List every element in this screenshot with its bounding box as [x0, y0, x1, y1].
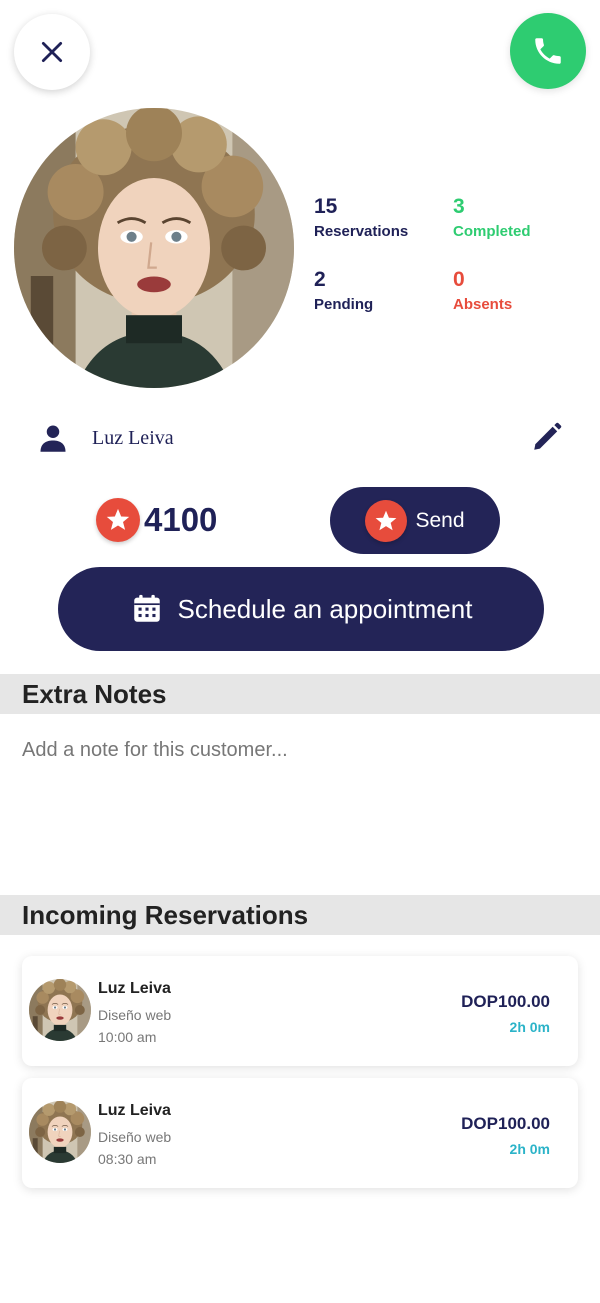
reservation-service: Diseño web — [98, 1007, 172, 1023]
stat-absents-label: Absents — [453, 296, 513, 313]
calendar-icon — [133, 594, 160, 622]
customer-avatar — [14, 108, 294, 388]
customer-name-row: Luz Leiva — [38, 418, 568, 458]
send-label: Send — [415, 508, 465, 532]
reservation-card[interactable]: Luz Leiva Diseño web 10:00 am DOP100.00 … — [22, 956, 578, 1066]
star-icon — [96, 498, 140, 542]
close-icon — [41, 41, 63, 63]
stat-pending: 2 Pending — [314, 268, 373, 313]
stat-pending-label: Pending — [314, 296, 374, 313]
reservation-card[interactable]: Luz Leiva Diseño web 08:30 am DOP100.00 … — [22, 1078, 578, 1188]
incoming-reservations-title: Incoming Reservations — [22, 899, 309, 930]
reservation-duration: 2h 0m — [509, 1141, 550, 1157]
reservation-customer-name: Luz Leiva — [98, 1102, 171, 1119]
stat-absents: 0 Absents — [453, 268, 512, 313]
send-points-button[interactable]: Send — [330, 487, 500, 554]
edit-icon[interactable] — [530, 420, 564, 454]
stat-reservations-label: Reservations — [314, 223, 409, 240]
reservation-customer-name: Luz Leiva — [98, 980, 171, 997]
reservation-duration: 2h 0m — [509, 1019, 550, 1035]
star-icon — [365, 499, 408, 542]
reservation-service: Diseño web — [98, 1129, 172, 1145]
reservation-avatar — [29, 1101, 91, 1163]
reservation-price: DOP100.00 — [461, 1114, 550, 1133]
stat-reservations: 15 Reservations — [314, 195, 408, 240]
schedule-appointment-button[interactable]: Schedule an appointment — [58, 567, 544, 651]
customer-name: Luz Leiva — [92, 426, 174, 449]
reservation-time: 10:00 am — [98, 1029, 157, 1045]
close-button[interactable] — [14, 14, 90, 90]
stat-reservations-value: 15 — [314, 195, 338, 218]
extra-notes-title: Extra Notes — [22, 678, 167, 709]
incoming-reservations-header: Incoming Reservations — [0, 895, 600, 935]
stat-completed-label: Completed — [453, 223, 531, 240]
customer-note-input[interactable] — [22, 735, 578, 765]
stat-absents-value: 0 — [453, 268, 465, 291]
points-balance: 4100 — [96, 498, 217, 542]
stat-completed-value: 3 — [453, 195, 465, 218]
points-value: 4100 — [144, 501, 218, 538]
reservation-time: 08:30 am — [98, 1151, 157, 1167]
phone-icon — [535, 38, 561, 64]
stat-pending-value: 2 — [314, 268, 326, 291]
person-icon — [40, 425, 66, 452]
reservation-avatar — [29, 979, 91, 1041]
schedule-label: Schedule an appointment — [177, 593, 473, 624]
call-button[interactable] — [510, 13, 586, 89]
stat-completed: 3 Completed — [453, 195, 531, 240]
reservation-price: DOP100.00 — [461, 992, 550, 1011]
extra-notes-header: Extra Notes — [0, 674, 600, 714]
